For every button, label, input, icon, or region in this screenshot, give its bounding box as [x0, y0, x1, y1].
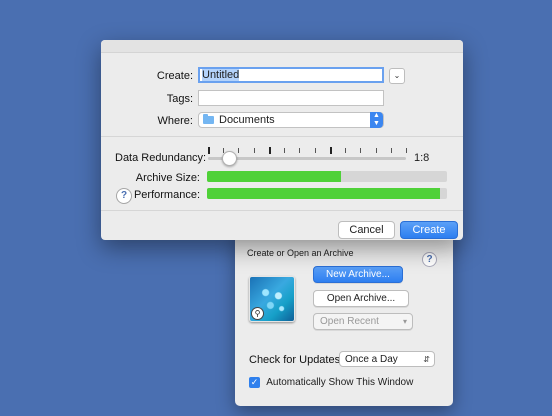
slider-tick — [314, 148, 316, 153]
slider-tick — [268, 147, 271, 154]
slider-tick — [406, 148, 407, 153]
slider-tick — [284, 148, 286, 153]
slider-tick — [238, 148, 240, 153]
archive-size-label: Archive Size: — [135, 172, 200, 184]
slider-tick — [360, 148, 362, 153]
new-archive-button[interactable]: New Archive... — [313, 266, 403, 283]
folder-icon — [203, 114, 214, 124]
update-frequency-select[interactable]: Once a Day ⇵ — [339, 351, 435, 367]
performance-fill — [207, 188, 440, 199]
chevron-down-icon: ▾ — [402, 317, 407, 326]
dialog-titlebar — [101, 40, 463, 53]
performance-bar — [207, 188, 447, 199]
create-button[interactable]: Create — [400, 221, 458, 239]
where-label: Where: — [157, 115, 193, 127]
open-recent-popup[interactable]: Open Recent ▾ — [313, 313, 413, 330]
name-options-popup[interactable]: ⌄ — [389, 68, 405, 84]
divider — [101, 136, 463, 137]
archive-name-value: Untitled — [202, 69, 240, 81]
redundancy-slider-track[interactable] — [208, 157, 406, 160]
tags-input[interactable] — [198, 90, 384, 106]
launcher-help-button[interactable]: ? — [422, 252, 437, 267]
auto-show-checkbox[interactable]: ✓ — [249, 377, 260, 388]
create-archive-dialog: Create: Untitled ⌄ Tags: Where: Document… — [101, 40, 463, 240]
where-value: Documents — [219, 114, 275, 126]
redundancy-label: Data Redundancy: — [115, 152, 207, 164]
archive-launcher-window: Create or Open an Archive ? ⚲ New Archiv… — [235, 228, 453, 406]
redundancy-slider-knob[interactable] — [221, 151, 237, 166]
stepper-icon: ▲ ▼ — [370, 112, 383, 128]
slider-tick — [208, 147, 210, 154]
open-archive-button[interactable]: Open Archive... — [313, 290, 409, 307]
archive-app-icon: ⚲ — [249, 276, 295, 322]
where-location-popup[interactable]: Documents ▲ ▼ — [198, 112, 384, 128]
slider-tick — [253, 148, 255, 153]
create-label: Create: — [156, 70, 193, 82]
archive-size-fill — [207, 171, 342, 182]
slider-tick — [345, 148, 347, 153]
check-updates-label: Check for Updates — [249, 354, 341, 366]
divider — [101, 210, 463, 211]
performance-label: Performance: — [133, 189, 200, 201]
auto-show-label: Automatically Show This Window — [266, 377, 414, 389]
open-recent-label: Open Recent — [320, 316, 379, 327]
auto-show-row[interactable]: ✓ Automatically Show This Window — [249, 377, 413, 390]
tags-label: Tags: — [166, 93, 193, 105]
slider-tick — [329, 147, 332, 154]
redundancy-ratio: 1:8 — [414, 152, 430, 164]
archive-size-bar — [207, 171, 447, 182]
update-frequency-value: Once a Day — [345, 354, 398, 365]
slider-tick — [390, 148, 392, 153]
magnifier-icon: ⚲ — [251, 307, 264, 320]
archive-name-input[interactable]: Untitled — [198, 67, 384, 83]
chevron-down-icon: ⌄ — [393, 71, 401, 80]
stepper-icon: ⇵ — [423, 355, 430, 364]
slider-tick — [375, 148, 377, 153]
slider-tick — [299, 148, 301, 153]
launcher-heading: Create or Open an Archive — [247, 248, 354, 258]
cancel-button[interactable]: Cancel — [338, 221, 395, 239]
